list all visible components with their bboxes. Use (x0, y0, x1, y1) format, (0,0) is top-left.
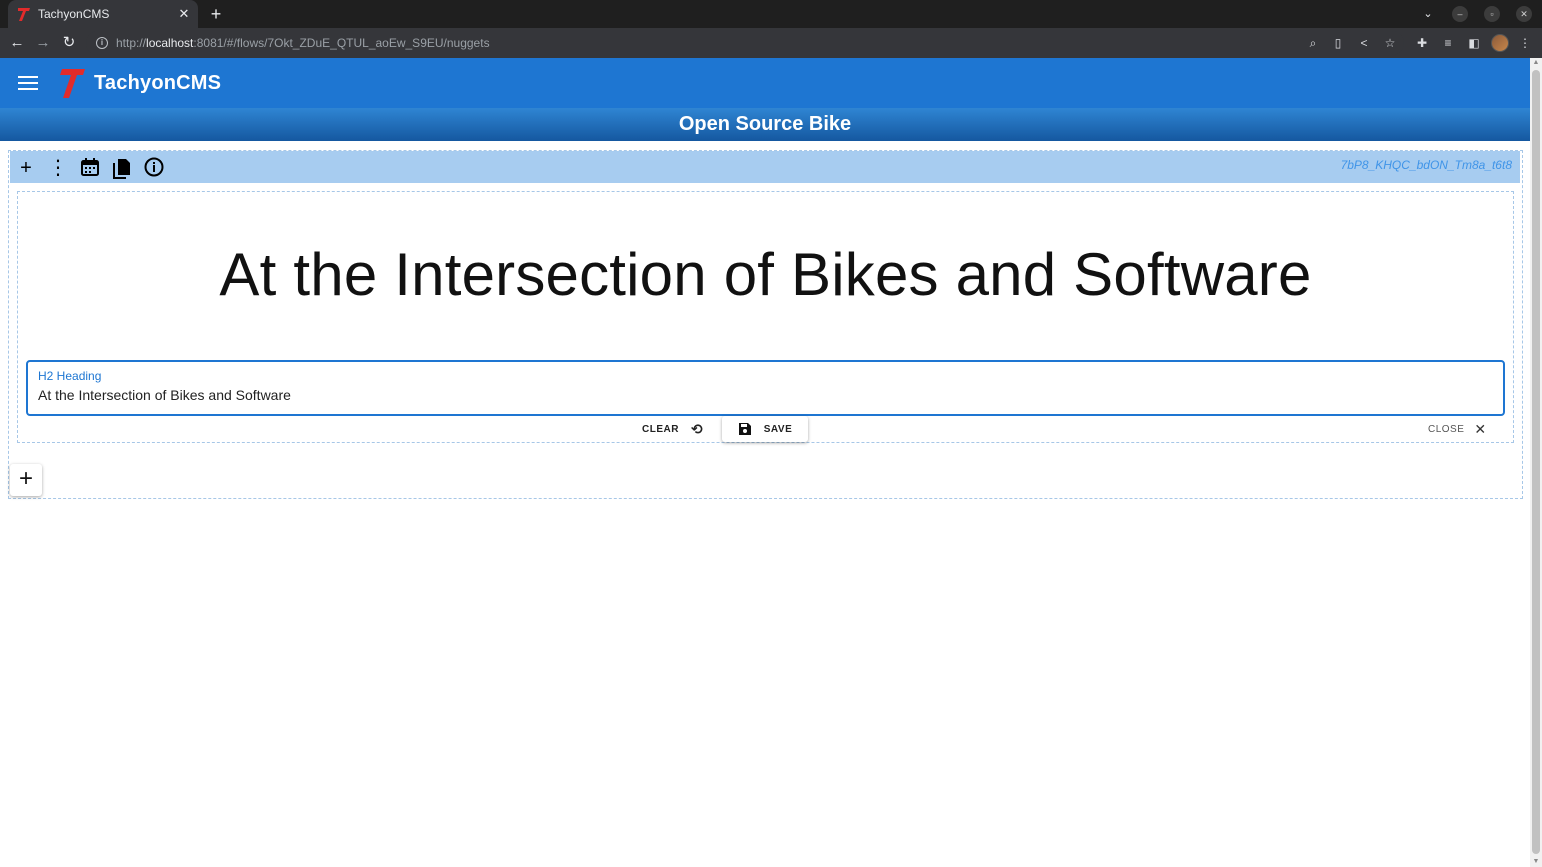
reload-icon[interactable]: ↻ (59, 33, 79, 53)
extensions-puzzle-icon[interactable]: ✚ (1414, 35, 1430, 51)
save-floppy-icon (738, 422, 752, 436)
browser-tab-bar: TachyonCMS ✕ + ⌄ – ▫ ✕ (0, 0, 1542, 28)
app-header: TachyonCMS (0, 58, 1530, 108)
field-label: H2 Heading (38, 369, 102, 383)
share-icon[interactable]: < (1356, 35, 1372, 51)
calendar-icon[interactable] (79, 157, 101, 179)
save-label: SAVE (763, 423, 793, 435)
add-nugget-button[interactable]: + (10, 464, 42, 496)
minimize-button[interactable]: – (1452, 6, 1468, 22)
hamburger-menu-icon[interactable] (18, 73, 38, 93)
copy-document-icon[interactable] (111, 157, 133, 179)
tab-search-chevron-icon[interactable]: ⌄ (1420, 6, 1436, 22)
page-scrollbar[interactable]: ▲ ▼ (1530, 58, 1542, 867)
more-vertical-icon[interactable]: ⋮ (47, 157, 69, 179)
url-text[interactable]: http://localhost:8081/#/flows/7Okt_ZDuE_… (116, 36, 490, 50)
flow-title-bar: Open Source Bike (0, 108, 1530, 141)
media-queue-icon[interactable]: ≡ (1440, 35, 1456, 51)
restore-button[interactable]: ▫ (1484, 6, 1500, 22)
browser-toolbar: ← → ↻ i http://localhost:8081/#/flows/7O… (0, 28, 1542, 58)
close-x-icon: ✕ (1474, 420, 1487, 437)
app-viewport: TachyonCMS Open Source Bike + ⋮ 7bP8_KHQ… (0, 58, 1530, 867)
forward-arrow-icon[interactable]: → (33, 33, 53, 53)
close-label: CLOSE (1428, 423, 1465, 435)
tachyon-logo (60, 68, 85, 98)
bookmark-star-icon[interactable]: ☆ (1382, 35, 1398, 51)
app-title: TachyonCMS (94, 71, 222, 94)
browser-tab[interactable]: TachyonCMS ✕ (8, 0, 198, 28)
address-bar[interactable]: i http://localhost:8081/#/flows/7Okt_ZDu… (86, 31, 1404, 55)
tachyon-favicon-icon (16, 6, 32, 22)
nugget-id: 7bP8_KHQC_bdON_Tm8a_t6t8 (1340, 158, 1512, 172)
h2-heading-input[interactable] (38, 387, 1478, 403)
close-button[interactable]: CLOSE ✕ (1428, 418, 1487, 440)
browser-menu-icon[interactable]: ⋮ (1517, 35, 1533, 51)
flow-title: Open Source Bike (678, 113, 852, 135)
clear-button[interactable]: CLEAR ⟲ (642, 418, 703, 440)
editor-actions: CLEAR ⟲ SAVE CLOSE ✕ (17, 416, 1514, 444)
clear-label: CLEAR (642, 423, 679, 435)
save-button[interactable]: SAVE (722, 416, 808, 442)
install-app-icon[interactable]: ▯ (1330, 35, 1346, 51)
back-arrow-icon[interactable]: ← (7, 33, 27, 53)
close-window-button[interactable]: ✕ (1516, 6, 1532, 22)
tab-title: TachyonCMS (38, 7, 110, 21)
scroll-down-arrow-icon[interactable]: ▼ (1530, 857, 1542, 867)
info-circle-icon[interactable] (143, 157, 165, 179)
side-panel-icon[interactable]: ◧ (1466, 35, 1482, 51)
scrollbar-thumb[interactable] (1532, 70, 1540, 854)
profile-avatar[interactable] (1491, 34, 1509, 52)
tab-close-icon[interactable]: ✕ (174, 6, 194, 22)
zoom-icon[interactable]: ⌕ (1305, 35, 1321, 51)
nugget-toolbar: + ⋮ 7bP8_KHQC_bdON_Tm8a_t6t8 (10, 151, 1520, 183)
add-plus-icon[interactable]: + (15, 157, 37, 179)
scroll-up-arrow-icon[interactable]: ▲ (1530, 58, 1542, 68)
heading-preview: At the Intersection of Bikes and Softwar… (219, 241, 1312, 308)
sync-reset-icon: ⟲ (690, 420, 704, 437)
h2-heading-field[interactable]: H2 Heading (26, 360, 1505, 416)
new-tab-button[interactable]: + (206, 4, 226, 24)
site-info-icon[interactable]: i (96, 37, 108, 49)
